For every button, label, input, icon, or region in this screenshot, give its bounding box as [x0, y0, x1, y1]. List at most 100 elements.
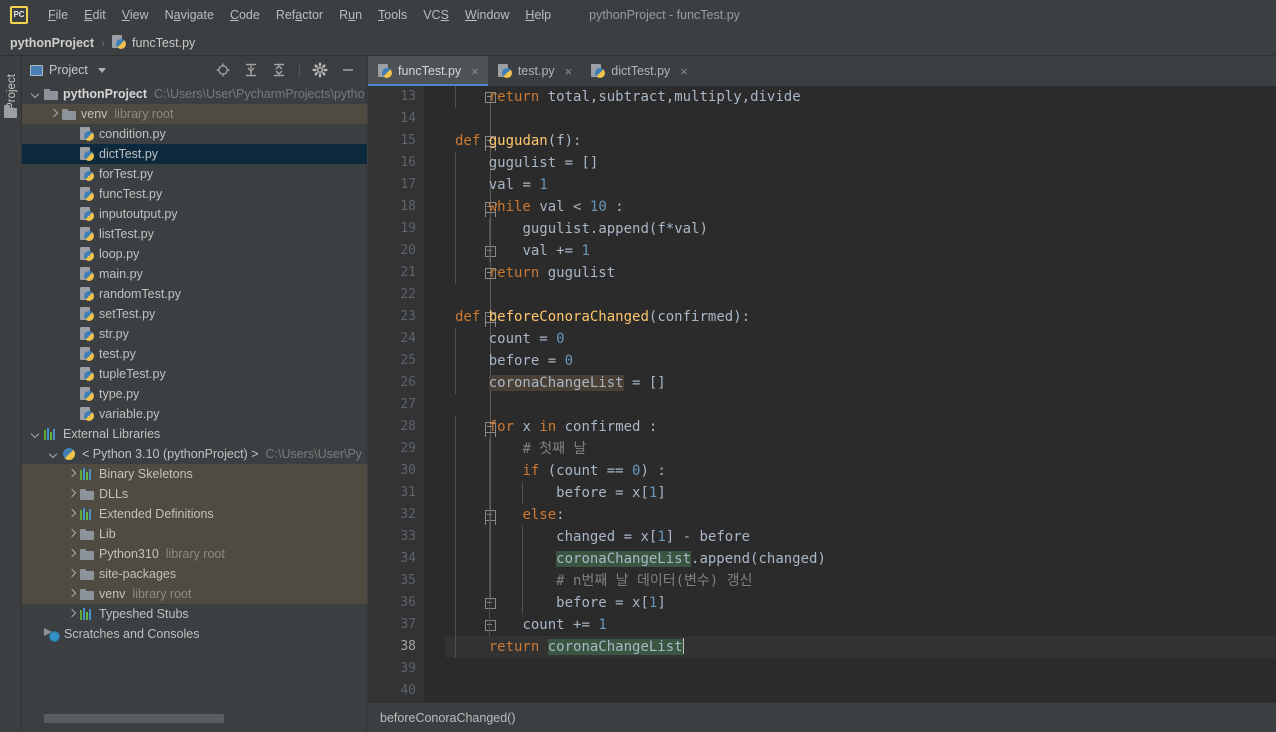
code-line[interactable]: gugulist.append(f*val) [445, 218, 1276, 240]
tree-row[interactable]: randomTest.py [22, 284, 367, 304]
code-line[interactable]: if (count == 0) : [445, 460, 1276, 482]
project-tree-hscrollbar[interactable] [22, 712, 367, 724]
tree-row[interactable]: variable.py [22, 404, 367, 424]
code-line[interactable]: changed = x[1] - before [445, 526, 1276, 548]
menu-item-view[interactable]: View [114, 5, 157, 25]
tree-row[interactable]: loop.py [22, 244, 367, 264]
minimize-icon[interactable] [340, 62, 356, 78]
breadcrumb-file[interactable]: funcTest.py [132, 36, 195, 50]
code-line[interactable] [445, 394, 1276, 416]
code-line[interactable]: else: [445, 504, 1276, 526]
tree-row[interactable]: forTest.py [22, 164, 367, 184]
chevron-down-icon[interactable] [97, 67, 106, 73]
tree-row[interactable]: type.py [22, 384, 367, 404]
tree-row[interactable]: tupleTest.py [22, 364, 367, 384]
tree-row[interactable]: main.py [22, 264, 367, 284]
code-line[interactable]: # 첫째 날 [445, 438, 1276, 460]
code-line[interactable]: before = x[1] [445, 592, 1276, 614]
menu-item-refactor[interactable]: Refactor [268, 5, 331, 25]
menu-item-code[interactable]: Code [222, 5, 268, 25]
editor-tab[interactable]: dictTest.py × [581, 56, 697, 86]
chevron-right-icon[interactable] [66, 588, 78, 600]
tree-row[interactable]: Extended Definitions [22, 504, 367, 524]
chevron-down-icon[interactable] [48, 448, 60, 460]
tree-row[interactable]: test.py [22, 344, 367, 364]
chevron-down-icon[interactable] [30, 88, 42, 100]
code-content[interactable]: return total,subtract,multiply,divide def… [445, 86, 1276, 702]
code-line[interactable]: count += 1 [445, 614, 1276, 636]
menu-item-window[interactable]: Window [457, 5, 517, 25]
code-line[interactable]: return gugulist [445, 262, 1276, 284]
tree-row[interactable]: condition.py [22, 124, 367, 144]
code-line[interactable]: before = 0 [445, 350, 1276, 372]
code-line[interactable]: val += 1 [445, 240, 1276, 262]
code-line[interactable]: coronaChangeList = [] [445, 372, 1276, 394]
chevron-right-icon[interactable] [66, 508, 78, 520]
chevron-right-icon[interactable] [66, 548, 78, 560]
code-line[interactable]: count = 0 [445, 328, 1276, 350]
code-folding-column[interactable] [424, 86, 496, 702]
menu-item-vcs[interactable]: VCS [415, 5, 457, 25]
gear-icon[interactable] [312, 62, 328, 78]
code-line[interactable] [445, 658, 1276, 680]
code-line[interactable]: return coronaChangeList [445, 636, 1276, 658]
close-icon[interactable]: × [680, 65, 688, 78]
code-line[interactable]: while val < 10 : [445, 196, 1276, 218]
tree-row[interactable]: Python310 library root [22, 544, 367, 564]
menu-item-edit[interactable]: Edit [76, 5, 114, 25]
folder-icon[interactable] [4, 105, 17, 118]
code-line[interactable]: return total,subtract,multiply,divide [445, 86, 1276, 108]
code-line[interactable]: val = 1 [445, 174, 1276, 196]
collapse-all-icon[interactable] [271, 62, 287, 78]
project-tree-hscroll-thumb[interactable] [44, 714, 224, 723]
chevron-down-icon[interactable] [30, 428, 42, 440]
tree-row[interactable]: venv library root [22, 104, 367, 124]
tree-row[interactable]: Scratches and Consoles [22, 624, 367, 644]
code-line[interactable]: # n번째 날 데이터(변수) 갱신 [445, 570, 1276, 592]
tree-row[interactable]: < Python 3.10 (pythonProject) > C:\Users\… [22, 444, 367, 464]
menu-item-navigate[interactable]: Navigate [157, 5, 222, 25]
tree-row[interactable]: str.py [22, 324, 367, 344]
code-line[interactable]: def gugudan(f): [445, 130, 1276, 152]
code-line[interactable] [445, 680, 1276, 702]
chevron-right-icon[interactable] [66, 528, 78, 540]
code-editor[interactable]: 13 14 15 16 17 18 19 20 21 22 23 24 25 26 27 28 29 30 31 32… [368, 86, 1276, 702]
tree-row[interactable]: listTest.py [22, 224, 367, 244]
menu-item-file[interactable]: File [40, 5, 76, 25]
chevron-right-icon[interactable] [66, 488, 78, 500]
editor-tab[interactable]: funcTest.py × [368, 56, 488, 86]
project-tree[interactable]: pythonProject C:\Users\User\PycharmProjec… [22, 84, 367, 704]
tree-row[interactable]: External Libraries [22, 424, 367, 444]
menu-item-run[interactable]: Run [331, 5, 370, 25]
code-line[interactable]: coronaChangeList.append(changed) [445, 548, 1276, 570]
code-line[interactable]: def beforeConoraChanged(confirmed): [445, 306, 1276, 328]
chevron-right-icon[interactable] [66, 568, 78, 580]
code-line[interactable]: gugulist = [] [445, 152, 1276, 174]
chevron-right-icon[interactable] [48, 108, 60, 120]
tree-row[interactable]: site-packages [22, 564, 367, 584]
code-line[interactable] [445, 108, 1276, 130]
project-view-selector[interactable]: Project [30, 63, 106, 77]
close-icon[interactable]: × [471, 65, 479, 78]
tree-row[interactable]: setTest.py [22, 304, 367, 324]
code-line[interactable] [445, 284, 1276, 306]
tree-row[interactable]: Typeshed Stubs [22, 604, 367, 624]
editor-tab[interactable]: test.py × [487, 56, 582, 86]
menu-item-help[interactable]: Help [517, 5, 559, 25]
chevron-right-icon[interactable] [66, 608, 78, 620]
menu-item-tools[interactable]: Tools [370, 5, 415, 25]
code-line[interactable]: before = x[1] [445, 482, 1276, 504]
tree-row[interactable]: pythonProject C:\Users\User\PycharmProjec… [22, 84, 367, 104]
expand-all-icon[interactable] [243, 62, 259, 78]
tree-row[interactable]: Lib [22, 524, 367, 544]
tree-row[interactable]: Binary Skeletons [22, 464, 367, 484]
tree-row[interactable]: funcTest.py [22, 184, 367, 204]
locate-icon[interactable] [215, 62, 231, 78]
chevron-right-icon[interactable] [66, 468, 78, 480]
tree-row[interactable]: DLLs [22, 484, 367, 504]
code-line[interactable]: for x in confirmed : [445, 416, 1276, 438]
close-icon[interactable]: × [565, 65, 573, 78]
tree-row[interactable]: dictTest.py [22, 144, 367, 164]
tree-row[interactable]: venv library root [22, 584, 367, 604]
breadcrumb-project[interactable]: pythonProject [10, 36, 94, 50]
